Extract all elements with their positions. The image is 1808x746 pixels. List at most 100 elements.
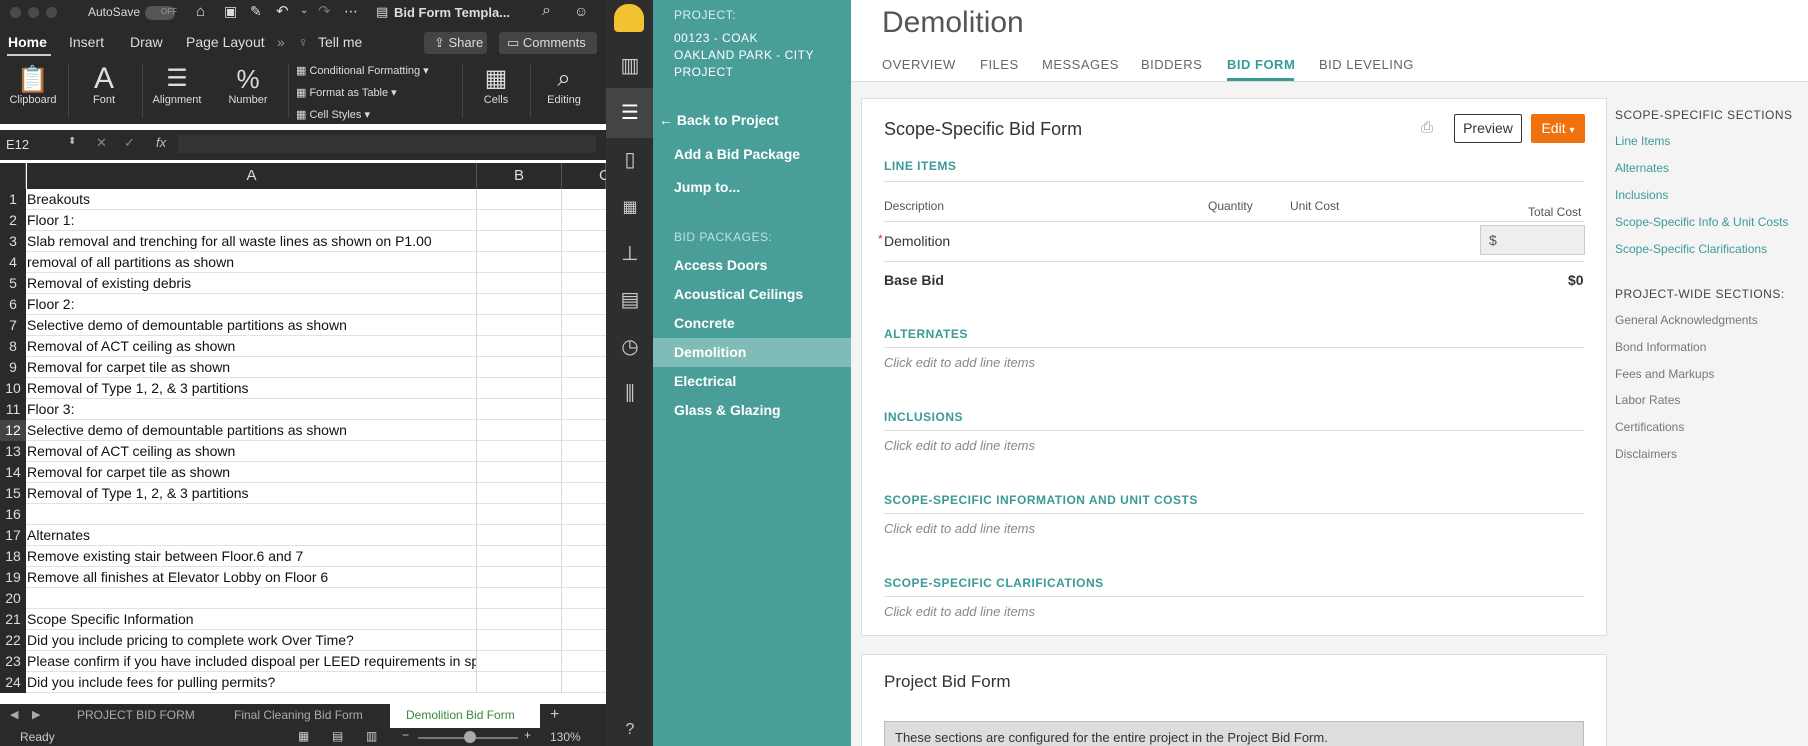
cell-a[interactable]: Floor 2: — [27, 294, 477, 315]
sheet-tab-project-bid-form[interactable]: PROJECT BID FORM — [77, 708, 195, 722]
cell-b[interactable] — [477, 588, 562, 609]
tab-home[interactable]: Home — [8, 34, 47, 50]
comments-button[interactable]: ▭ Comments — [499, 32, 597, 54]
zoom-slider-thumb[interactable] — [464, 731, 476, 743]
building-icon[interactable]: ▥ — [616, 52, 644, 80]
row-number[interactable]: 12 — [0, 420, 26, 441]
package-concrete[interactable]: Concrete — [674, 315, 735, 331]
row-number[interactable]: 2 — [0, 210, 26, 231]
tab-overview[interactable]: OVERVIEW — [882, 57, 956, 72]
page-layout-view-icon[interactable]: ▤ — [332, 729, 343, 743]
alignment-group[interactable]: ☰ Alignment — [148, 64, 206, 106]
cell-b[interactable] — [477, 399, 562, 420]
cell-b[interactable] — [477, 609, 562, 630]
back-to-project-link[interactable]: ← Back to Project — [659, 112, 779, 128]
chevron-down-icon[interactable]: ⌄ — [300, 5, 308, 16]
row-number[interactable]: 23 — [0, 651, 26, 672]
cell-b[interactable] — [477, 483, 562, 504]
add-sheet-icon[interactable]: + — [550, 706, 559, 724]
package-glass-glazing[interactable]: Glass & Glazing — [674, 402, 781, 418]
save-icon[interactable]: ▣ — [224, 3, 237, 20]
stamp-icon[interactable]: ⊥ — [616, 240, 644, 268]
close-window-icon[interactable] — [10, 7, 21, 18]
side-link-fees-markups[interactable]: Fees and Markups — [1615, 367, 1714, 381]
cell-b[interactable] — [477, 336, 562, 357]
total-cost-input[interactable]: $ — [1480, 225, 1585, 255]
tab-draw[interactable]: Draw — [130, 34, 163, 50]
cell-b[interactable] — [477, 672, 562, 693]
cell-a[interactable]: Selective demo of demountable partitions… — [27, 420, 477, 441]
edit-icon[interactable]: ✎ — [250, 3, 262, 20]
tab-messages[interactable]: MESSAGES — [1042, 57, 1119, 72]
cell-a[interactable]: Selective demo of demountable partitions… — [27, 315, 477, 336]
cell-a[interactable] — [27, 504, 477, 525]
cell-a[interactable]: Removal of existing debris — [27, 273, 477, 294]
cell-a[interactable]: Removal of Type 1, 2, & 3 partitions — [27, 378, 477, 399]
add-bid-package-link[interactable]: Add a Bid Package — [674, 146, 800, 162]
cell-a[interactable]: Floor 1: — [27, 210, 477, 231]
tab-files[interactable]: FILES — [980, 57, 1019, 72]
side-link-general-ack[interactable]: General Acknowledgments — [1615, 313, 1758, 327]
zoom-window-icon[interactable] — [46, 7, 57, 18]
next-sheet-icon[interactable]: ▶ — [32, 708, 40, 721]
row-number[interactable]: 9 — [0, 357, 26, 378]
side-link-alternates[interactable]: Alternates — [1615, 161, 1669, 175]
account-icon[interactable]: ☺ — [574, 3, 588, 19]
cell-a[interactable]: Alternates — [27, 525, 477, 546]
row-number[interactable]: 6 — [0, 294, 26, 315]
row-number[interactable]: 19 — [0, 567, 26, 588]
row-number[interactable]: 17 — [0, 525, 26, 546]
cell-b[interactable] — [477, 462, 562, 483]
cell-a[interactable] — [27, 588, 477, 609]
cell-a[interactable]: Floor 3: — [27, 399, 477, 420]
formula-input[interactable] — [178, 135, 596, 153]
side-link-inclusions[interactable]: Inclusions — [1615, 188, 1668, 202]
side-link-line-items[interactable]: Line Items — [1615, 134, 1670, 148]
row-number[interactable]: 21 — [0, 609, 26, 630]
side-link-scope-info[interactable]: Scope-Specific Info & Unit Costs — [1615, 215, 1788, 229]
cell-b[interactable] — [477, 525, 562, 546]
share-button[interactable]: ⇪ Share — [424, 32, 487, 54]
cell-b[interactable] — [477, 441, 562, 462]
editing-group[interactable]: ⌕ Editing — [536, 64, 592, 106]
search-icon[interactable]: ⌕ — [542, 2, 551, 20]
cell-b[interactable] — [477, 546, 562, 567]
fx-label[interactable]: fx — [156, 135, 166, 150]
page-break-view-icon[interactable]: ▥ — [366, 729, 377, 743]
zoom-out-icon[interactable]: − — [402, 728, 409, 742]
side-link-disclaimers[interactable]: Disclaimers — [1615, 447, 1677, 461]
row-number[interactable]: 8 — [0, 336, 26, 357]
cell-b[interactable] — [477, 567, 562, 588]
prev-sheet-icon[interactable]: ◀ — [10, 708, 18, 721]
cell-a[interactable]: Remove existing stair between Floor.6 an… — [27, 546, 477, 567]
cell-b[interactable] — [477, 378, 562, 399]
name-box[interactable]: E12 — [6, 137, 29, 152]
package-access-doors[interactable]: Access Doors — [674, 257, 767, 273]
cell-a[interactable]: Remove all finishes at Elevator Lobby on… — [27, 567, 477, 588]
row-number[interactable]: 20 — [0, 588, 26, 609]
row-number[interactable]: 13 — [0, 441, 26, 462]
list-icon[interactable]: ☰ — [616, 99, 644, 127]
sheet-tab-final-cleaning[interactable]: Final Cleaning Bid Form — [234, 708, 363, 722]
cell-a[interactable]: Removal for carpet tile as shown — [27, 357, 477, 378]
tab-bidders[interactable]: BIDDERS — [1141, 57, 1202, 72]
tab-page-layout[interactable]: Page Layout — [186, 34, 265, 50]
row-number[interactable]: 5 — [0, 273, 26, 294]
tell-me[interactable]: Tell me — [318, 34, 362, 50]
cell-b[interactable] — [477, 273, 562, 294]
normal-view-icon[interactable]: ▦ — [298, 729, 309, 743]
confirm-icon[interactable]: ✓ — [124, 135, 135, 151]
print-icon[interactable]: ⎙ — [1421, 119, 1433, 136]
more-icon[interactable]: ⋯ — [344, 3, 358, 20]
side-link-labor-rates[interactable]: Labor Rates — [1615, 393, 1680, 407]
cells-group[interactable]: ▦ Cells — [468, 64, 524, 106]
row-number[interactable]: 18 — [0, 546, 26, 567]
cell-b[interactable] — [477, 651, 562, 672]
row-number[interactable]: 24 — [0, 672, 26, 693]
font-group[interactable]: A Font — [76, 64, 132, 107]
cell-a[interactable]: removal of all partitions as shown — [27, 252, 477, 273]
row-number[interactable]: 1 — [0, 189, 26, 210]
row-number[interactable]: 4 — [0, 252, 26, 273]
tab-bid-form[interactable]: BID FORM — [1227, 57, 1295, 72]
row-number[interactable]: 7 — [0, 315, 26, 336]
